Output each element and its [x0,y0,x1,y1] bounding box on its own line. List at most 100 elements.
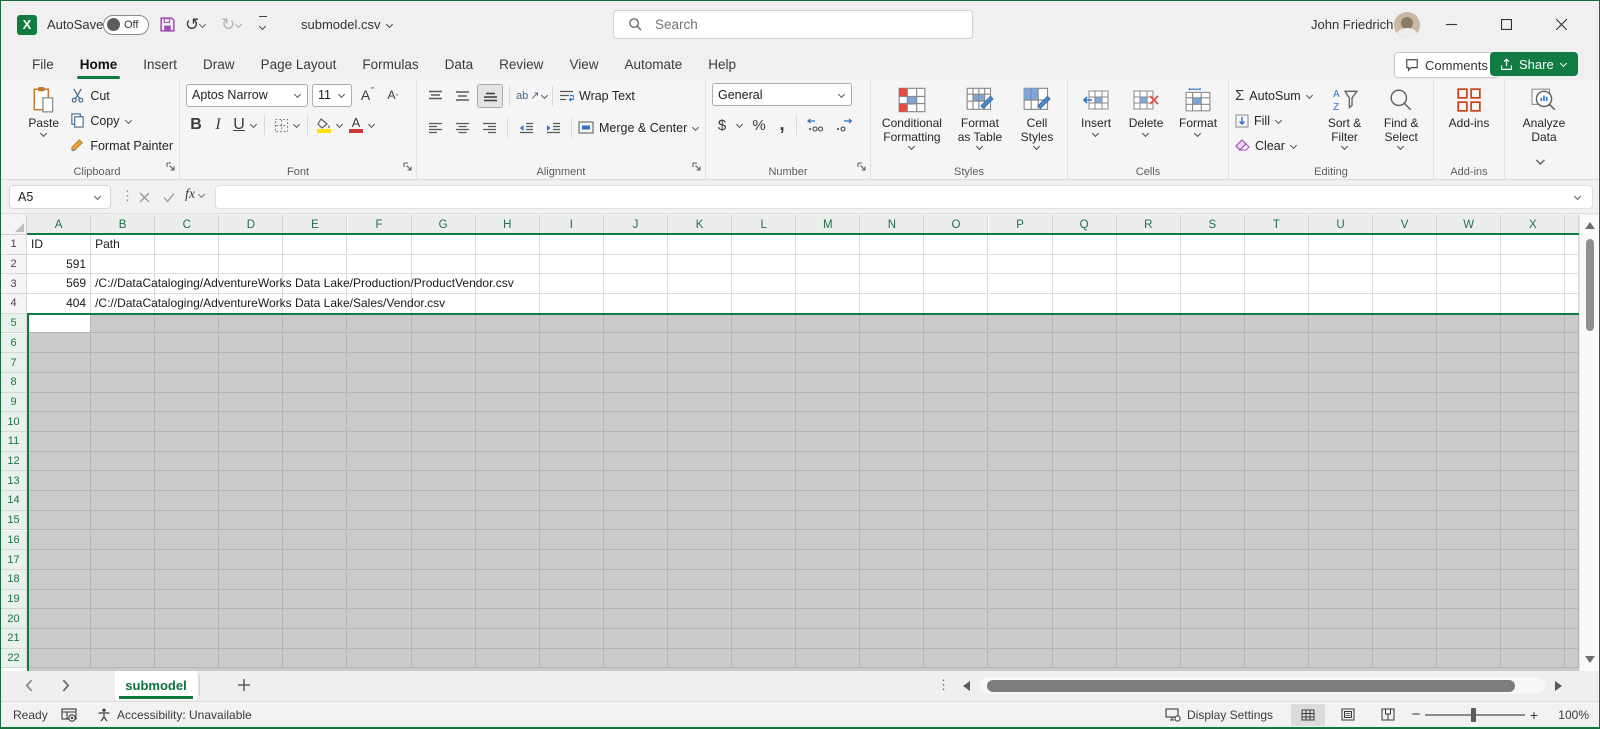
grid-cell[interactable] [1053,235,1117,255]
grid-cell[interactable] [1373,590,1437,610]
grid-cell[interactable] [1501,511,1565,531]
grid-cell[interactable] [732,491,796,511]
grid-cell[interactable] [732,393,796,413]
horizontal-scroll-thumb[interactable] [987,680,1515,692]
grid-cell[interactable] [732,590,796,610]
number-format-select[interactable]: General [712,83,852,106]
grid-cell[interactable] [283,471,347,491]
grid-cell[interactable] [796,314,860,334]
sheet-tab-submodel[interactable]: submodel [115,671,197,700]
grid-cell[interactable] [796,235,860,255]
decrease-decimal-button[interactable] [831,113,855,137]
grid-cell[interactable] [476,629,540,649]
grid-cell[interactable] [412,570,476,590]
grid-cell[interactable] [283,511,347,531]
grid-cell[interactable] [1245,590,1309,610]
grid-cell[interactable] [348,314,412,334]
grid-cell[interactable] [1437,550,1501,570]
row-header[interactable]: 6 [1,334,27,354]
grid-cell[interactable] [91,590,155,610]
grid-cell[interactable] [860,432,924,452]
grid-cell[interactable] [732,255,796,275]
grid-cell[interactable] [1053,629,1117,649]
grid-cell[interactable] [860,353,924,373]
grid-cell[interactable] [91,609,155,629]
row-header[interactable]: 10 [1,412,27,432]
grid-cell[interactable] [1437,609,1501,629]
grid-cell[interactable] [27,353,91,373]
grid-cell[interactable] [283,531,347,551]
grid-cell[interactable] [348,550,412,570]
grid-cell[interactable] [1565,649,1579,669]
grid-cell[interactable] [1053,550,1117,570]
grid-cell[interactable] [668,274,732,294]
grid-cell[interactable] [1245,511,1309,531]
grid-cell[interactable] [348,649,412,669]
grid-cell[interactable] [1501,629,1565,649]
row-header[interactable]: 3 [1,274,27,294]
grid-cell[interactable] [348,590,412,610]
grid-cell[interactable] [476,491,540,511]
grid-cell[interactable] [155,511,219,531]
grid-cell[interactable] [348,629,412,649]
grid-cell[interactable] [476,570,540,590]
grid-cell[interactable] [1053,590,1117,610]
grid-cell[interactable] [1053,531,1117,551]
vertical-scroll-thumb[interactable] [1586,239,1594,331]
grid-cell[interactable] [1053,432,1117,452]
grid-cell[interactable] [1053,373,1117,393]
grid-cell[interactable] [1245,609,1309,629]
grid-cell[interactable] [1053,314,1117,334]
grid-cell[interactable] [668,550,732,570]
grid-cell[interactable] [1373,452,1437,472]
grid-cell[interactable] [1565,531,1579,551]
row-header[interactable]: 14 [1,491,27,511]
grid-cell[interactable] [1309,649,1373,669]
row-header[interactable]: 21 [1,629,27,649]
tab-home[interactable]: Home [67,48,131,80]
grid-cell[interactable] [27,629,91,649]
grid-cell[interactable] [1309,471,1373,491]
grid-cell[interactable] [732,235,796,255]
grid-cell[interactable] [1053,609,1117,629]
grid-cell[interactable] [1437,590,1501,610]
grid-cell[interactable] [1117,629,1181,649]
grid-cell[interactable] [924,412,988,432]
addins-button[interactable]: Add-ins [1440,83,1498,133]
grid-cell[interactable] [1437,412,1501,432]
formula-input[interactable] [215,185,1593,209]
name-box[interactable]: A5 [9,185,111,209]
column-header[interactable]: K [668,215,732,235]
grid-cell[interactable] [1565,629,1579,649]
grid-cell[interactable] [1437,314,1501,334]
macro-record-button[interactable] [61,702,77,727]
grid-cell[interactable] [989,235,1053,255]
grid-cell[interactable] [1437,570,1501,590]
grid-cell[interactable] [924,393,988,413]
grid-cell[interactable] [91,393,155,413]
grid-cell[interactable] [1245,274,1309,294]
grid-cell[interactable] [1181,314,1245,334]
tab-page-layout[interactable]: Page Layout [248,48,350,80]
grid-cell[interactable] [412,412,476,432]
grid-cell[interactable] [604,412,668,432]
grid-cell[interactable] [1373,393,1437,413]
grid-cell[interactable] [860,452,924,472]
grid-cell[interactable] [1501,334,1565,354]
grid-cell[interactable] [1245,649,1309,669]
grid-cell[interactable] [1373,373,1437,393]
grid-cell[interactable] [1309,590,1373,610]
grid-cell[interactable] [476,609,540,629]
decrease-indent-button[interactable] [514,116,538,140]
grid-cell[interactable] [1053,334,1117,354]
format-painter-button[interactable]: Format Painter [70,133,173,158]
grid-cell[interactable] [540,609,604,629]
grid-cell[interactable] [219,432,283,452]
grid-cell[interactable] [476,373,540,393]
grid-cell[interactable] [860,511,924,531]
grid-cell[interactable] [1501,491,1565,511]
grid-cell[interactable] [540,314,604,334]
grid-cell[interactable] [27,511,91,531]
zoom-out-button[interactable]: − [1407,706,1425,723]
grid-cell[interactable] [924,491,988,511]
